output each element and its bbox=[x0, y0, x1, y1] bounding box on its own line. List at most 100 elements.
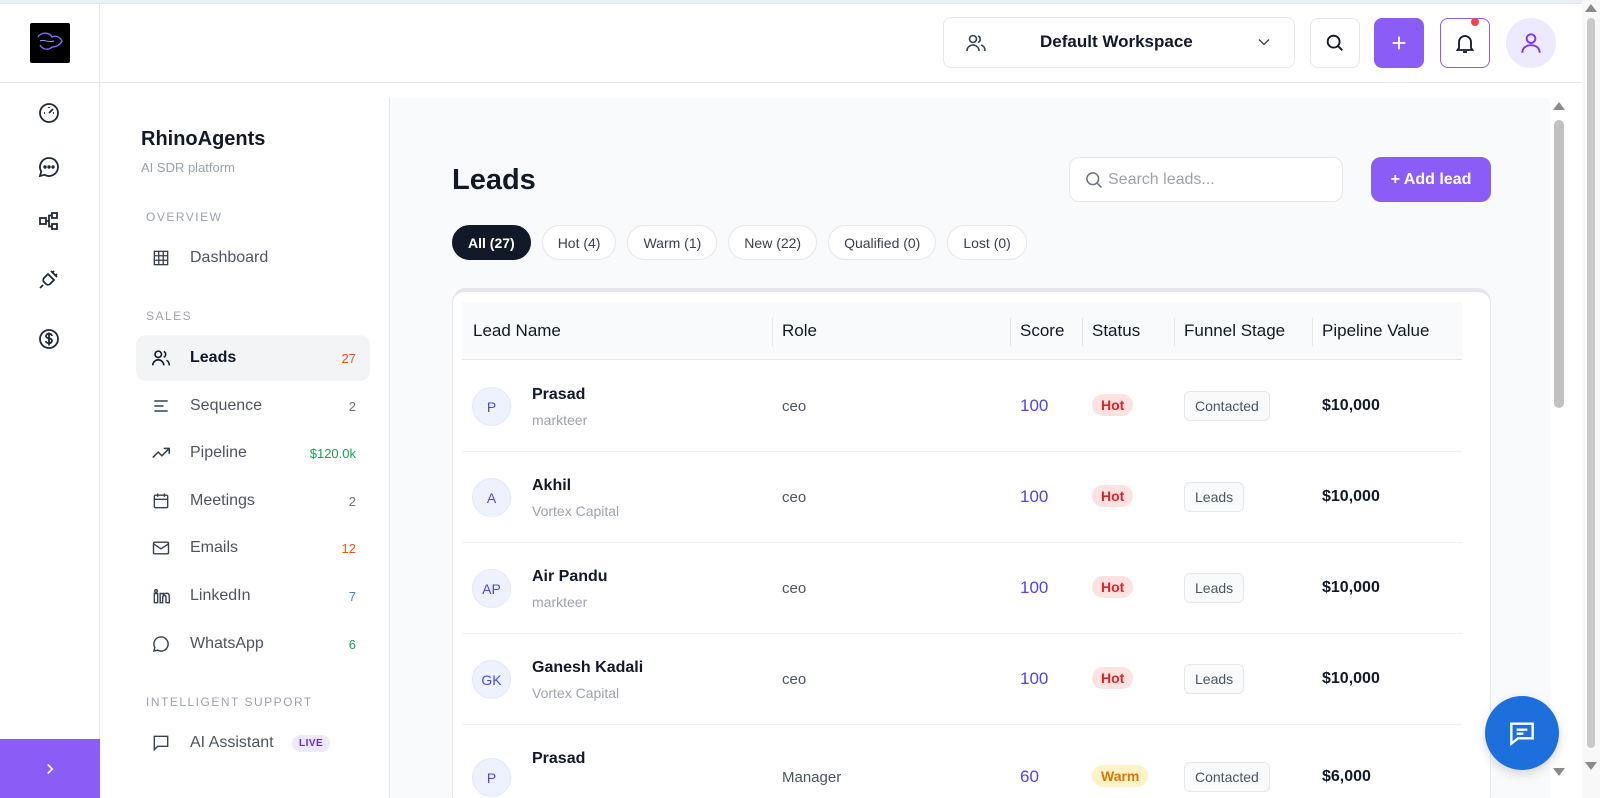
table-row[interactable]: P Prasad markteer ceo 100 Hot Contacted … bbox=[462, 361, 1462, 452]
column-header-score[interactable]: Score bbox=[1020, 321, 1064, 341]
main-content: Leads + Add lead All (27) Hot (4) Warm (… bbox=[391, 98, 1550, 798]
filter-new[interactable]: New (22) bbox=[728, 225, 818, 260]
status-badge: Hot bbox=[1092, 485, 1134, 507]
column-header-status[interactable]: Status bbox=[1092, 321, 1140, 341]
user-avatar[interactable] bbox=[1506, 18, 1556, 68]
table-row[interactable]: P Prasad Manager 60 Warm Contacted $6,00… bbox=[462, 725, 1462, 798]
lead-score: 100 bbox=[1020, 396, 1049, 415]
lead-name[interactable]: Prasad bbox=[532, 750, 585, 768]
table-row[interactable]: A Akhil Vortex Capital ceo 100 Hot Leads… bbox=[462, 452, 1462, 543]
sidebar-item-dashboard[interactable]: Dashboard bbox=[136, 235, 370, 281]
sidebar-item-label: Sequence bbox=[190, 397, 263, 414]
section-sales: SALES bbox=[146, 309, 193, 323]
search-leads-input[interactable] bbox=[1108, 168, 1328, 192]
sidebar-item-leads[interactable]: Leads 27 bbox=[136, 335, 370, 381]
expand-sidebar-button[interactable] bbox=[0, 739, 100, 798]
funnel-stage-badge: Contacted bbox=[1184, 391, 1270, 421]
status-badge: Hot bbox=[1092, 394, 1134, 416]
lead-company: Vortex Capital bbox=[532, 503, 620, 519]
scroll-up-arrow-icon[interactable] bbox=[1585, 4, 1597, 12]
message-square-icon bbox=[150, 732, 172, 754]
lead-score: 60 bbox=[1020, 767, 1039, 786]
app-logo[interactable] bbox=[30, 23, 70, 63]
lead-name[interactable]: Prasad bbox=[532, 386, 585, 404]
chat-bubble-icon bbox=[150, 633, 172, 655]
workflow-icon[interactable] bbox=[36, 208, 62, 234]
column-header-lead-name[interactable]: Lead Name bbox=[473, 321, 561, 341]
section-intelligent-support: INTELLIGENT SUPPORT bbox=[146, 695, 313, 709]
sidebar-item-whatsapp[interactable]: WhatsApp 6 bbox=[136, 621, 370, 667]
top-header: Default Workspace bbox=[100, 4, 1600, 83]
table-row[interactable]: AP Air Pandu markteer ceo 100 Hot Leads … bbox=[462, 543, 1462, 634]
table-row[interactable]: GK Ganesh Kadali Vortex Capital ceo 100 … bbox=[462, 634, 1462, 725]
workspace-selector[interactable]: Default Workspace bbox=[943, 17, 1295, 68]
sidebar-item-emails[interactable]: Emails 12 bbox=[136, 525, 370, 571]
column-divider bbox=[772, 318, 773, 346]
section-overview: OVERVIEW bbox=[146, 210, 223, 224]
sidebar-item-linkedin[interactable]: LinkedIn 7 bbox=[136, 573, 370, 619]
chat-icon[interactable] bbox=[36, 154, 62, 180]
header-add-button[interactable] bbox=[1374, 18, 1424, 68]
sidebar-item-ai-assistant[interactable]: AI Assistant LIVE bbox=[136, 720, 370, 766]
scroll-down-arrow-icon[interactable] bbox=[1585, 762, 1597, 770]
plug-icon[interactable] bbox=[36, 266, 62, 292]
pipeline-value: $10,000 bbox=[1322, 397, 1380, 414]
column-divider bbox=[1010, 318, 1011, 346]
filter-warm[interactable]: Warm (1) bbox=[627, 225, 718, 260]
lead-name[interactable]: Ganesh Kadali bbox=[532, 659, 643, 677]
sidebar-item-label: Emails bbox=[190, 539, 239, 556]
lead-company: markteer bbox=[532, 412, 588, 428]
column-header-funnel-stage[interactable]: Funnel Stage bbox=[1184, 321, 1285, 341]
lead-avatar: P bbox=[472, 758, 511, 797]
sidebar-item-count: 7 bbox=[348, 588, 356, 604]
lead-score: 100 bbox=[1020, 669, 1049, 688]
lead-score: 100 bbox=[1020, 487, 1049, 506]
scrollbar-thumb[interactable] bbox=[1587, 18, 1595, 748]
lead-score: 100 bbox=[1020, 578, 1049, 597]
chat-widget-button[interactable] bbox=[1485, 696, 1559, 770]
sidebar-item-label: AI Assistant bbox=[190, 734, 274, 751]
sidebar-item-count: 27 bbox=[341, 350, 356, 366]
sidebar-item-meetings[interactable]: Meetings 2 bbox=[136, 478, 370, 524]
workspace-label: Default Workspace bbox=[1040, 32, 1193, 51]
search-icon bbox=[1326, 34, 1343, 51]
scrollbar-thumb[interactable] bbox=[1554, 120, 1564, 408]
content-scrollbar[interactable] bbox=[1550, 98, 1568, 798]
brand-name: RhinoAgents bbox=[141, 128, 266, 150]
search-leads-box[interactable] bbox=[1069, 157, 1343, 202]
status-badge: Hot bbox=[1092, 576, 1134, 598]
pipeline-value: $6,000 bbox=[1322, 768, 1371, 785]
sidebar-item-pipeline[interactable]: Pipeline $120.0k bbox=[136, 430, 370, 476]
filter-all[interactable]: All (27) bbox=[452, 225, 531, 260]
funnel-stage-badge: Contacted bbox=[1184, 762, 1270, 792]
status-badge: Hot bbox=[1092, 667, 1134, 689]
header-search-button[interactable] bbox=[1310, 18, 1360, 68]
scroll-down-arrow-icon[interactable] bbox=[1553, 768, 1565, 776]
lead-role: Manager bbox=[782, 769, 842, 786]
grid-icon bbox=[150, 247, 172, 269]
pipeline-value: $10,000 bbox=[1322, 488, 1380, 505]
sidebar-item-count: $120.0k bbox=[309, 445, 356, 461]
window-scrollbar[interactable] bbox=[1582, 0, 1600, 798]
dollar-icon[interactable] bbox=[36, 326, 62, 352]
filter-hot[interactable]: Hot (4) bbox=[541, 225, 617, 260]
column-header-pipeline-value[interactable]: Pipeline Value bbox=[1322, 321, 1429, 341]
notifications-button[interactable] bbox=[1440, 18, 1490, 68]
lead-role: ceo bbox=[782, 398, 807, 415]
funnel-stage-badge: Leads bbox=[1184, 573, 1245, 603]
sidebar: RhinoAgents AI SDR platform OVERVIEW Das… bbox=[101, 98, 390, 798]
calendar-icon bbox=[150, 490, 172, 512]
bell-icon bbox=[1455, 35, 1475, 53]
column-divider bbox=[1312, 318, 1313, 346]
column-header-role[interactable]: Role bbox=[782, 321, 817, 341]
lead-name[interactable]: Air Pandu bbox=[532, 568, 608, 586]
filter-lost[interactable]: Lost (0) bbox=[947, 225, 1027, 260]
lead-name[interactable]: Akhil bbox=[532, 477, 571, 495]
filter-qualified[interactable]: Qualified (0) bbox=[828, 225, 937, 260]
scroll-up-arrow-icon[interactable] bbox=[1553, 102, 1565, 110]
sidebar-item-count: 6 bbox=[348, 636, 356, 652]
speedometer-icon[interactable] bbox=[36, 100, 62, 126]
chevron-down-icon bbox=[1254, 32, 1274, 57]
add-lead-button[interactable]: + Add lead bbox=[1371, 157, 1491, 202]
sidebar-item-sequence[interactable]: Sequence 2 bbox=[136, 383, 370, 429]
